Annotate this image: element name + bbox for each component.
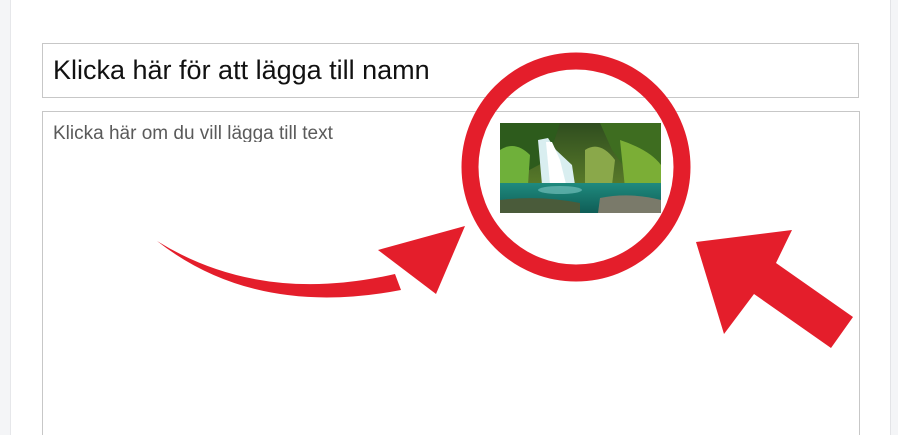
name-placeholder: Klicka här för att lägga till namn xyxy=(53,55,430,85)
scrollbar-track[interactable] xyxy=(890,0,898,435)
name-input[interactable]: Klicka här för att lägga till namn xyxy=(42,43,859,98)
editor-page: Klicka här för att lägga till namn Klick… xyxy=(0,0,898,435)
text-placeholder: Klicka här om du vill lägga till text xyxy=(53,123,333,142)
text-area[interactable]: Klicka här om du vill lägga till text xyxy=(42,111,860,435)
left-margin xyxy=(0,0,11,435)
